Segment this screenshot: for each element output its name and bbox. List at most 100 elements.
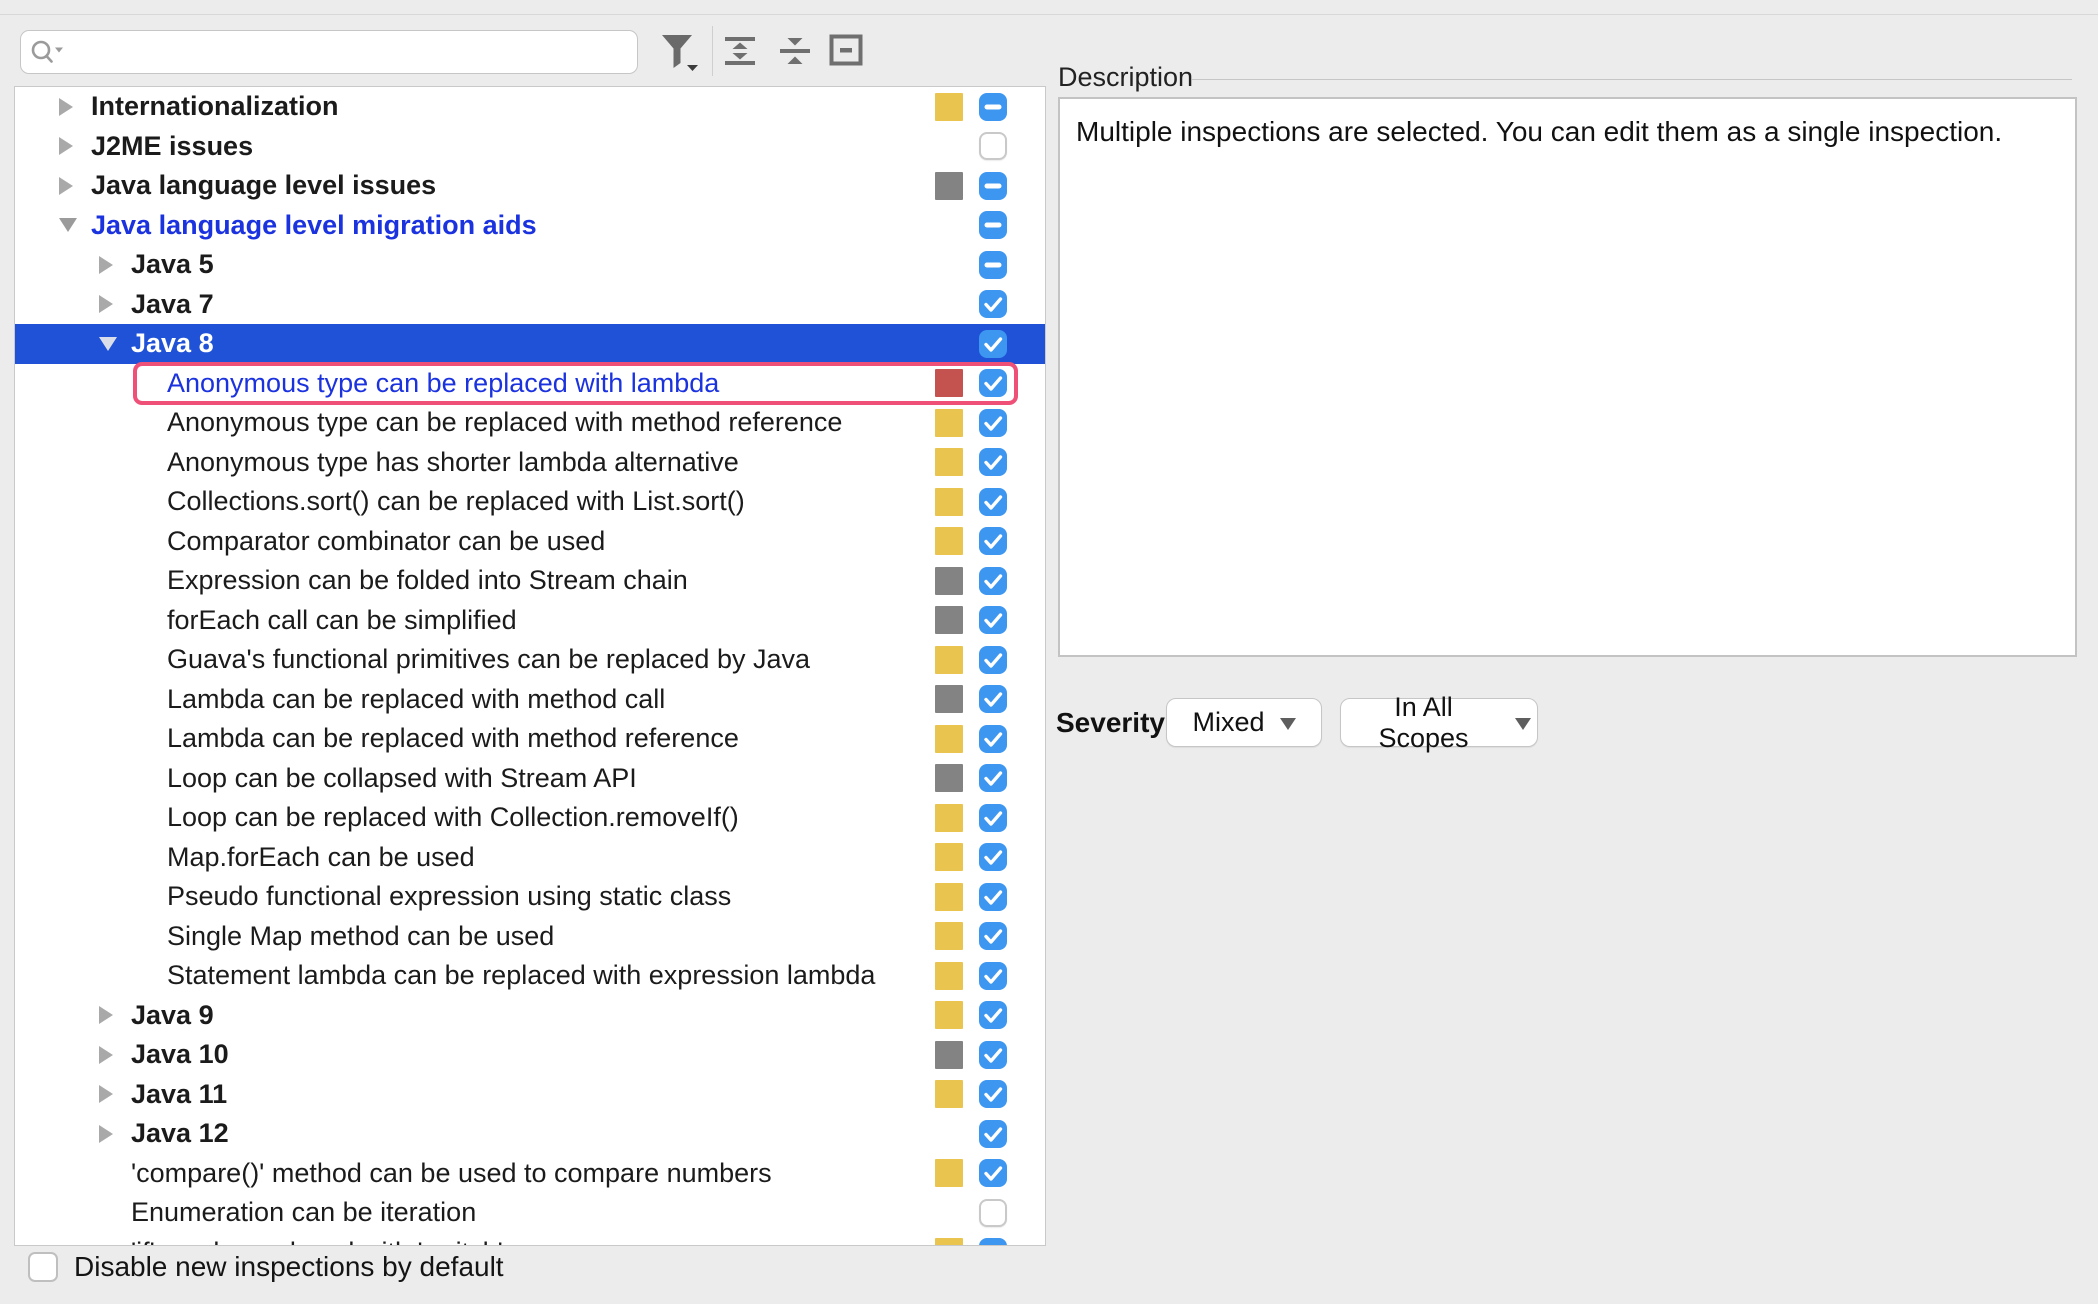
search-field[interactable]	[20, 30, 638, 74]
inspection-checkbox[interactable]	[979, 1238, 1007, 1246]
expand-arrow-icon[interactable]	[59, 177, 91, 195]
collapse-arrow-icon[interactable]	[99, 337, 131, 351]
inspection-checkbox[interactable]	[979, 132, 1007, 160]
inspection-checkbox[interactable]	[979, 409, 1007, 437]
tree-row[interactable]: Map.forEach can be used	[15, 838, 1045, 878]
triangle-glyph	[99, 1085, 113, 1103]
triangle-glyph	[59, 137, 73, 155]
severity-color-indicator	[935, 804, 963, 832]
inspection-checkbox[interactable]	[979, 567, 1007, 595]
row-controls	[935, 1238, 1007, 1246]
expand-arrow-icon[interactable]	[59, 137, 91, 155]
tree-row[interactable]: Pseudo functional expression using stati…	[15, 877, 1045, 917]
filter-button[interactable]	[654, 28, 704, 78]
inspection-checkbox[interactable]	[979, 1120, 1007, 1148]
expand-all-button[interactable]	[722, 36, 758, 68]
scope-dropdown[interactable]: In All Scopes	[1340, 698, 1538, 747]
tree-row[interactable]: Loop can be replaced with Collection.rem…	[15, 798, 1045, 838]
tree-row[interactable]: Loop can be collapsed with Stream API	[15, 759, 1045, 799]
tree-row[interactable]: Java 10	[15, 1035, 1045, 1075]
tree-row[interactable]: Anonymous type can be replaced with meth…	[15, 403, 1045, 443]
expand-arrow-icon[interactable]	[99, 1125, 131, 1143]
tree-item-label: Enumeration can be iteration	[131, 1199, 476, 1226]
inspection-checkbox[interactable]	[979, 172, 1007, 200]
inspection-checkbox[interactable]	[979, 764, 1007, 792]
disable-new-inspections-label: Disable new inspections by default	[74, 1252, 504, 1282]
inspection-checkbox[interactable]	[979, 646, 1007, 674]
tree-row[interactable]: 'if' can be replaced with 'switch'	[15, 1233, 1045, 1247]
tree-row[interactable]: Collections.sort() can be replaced with …	[15, 482, 1045, 522]
inspection-checkbox[interactable]	[979, 606, 1007, 634]
inspection-checkbox[interactable]	[979, 211, 1007, 239]
inspection-checkbox[interactable]	[979, 527, 1007, 555]
inspection-checkbox[interactable]	[979, 883, 1007, 911]
severity-color-placeholder	[935, 1120, 963, 1148]
tree-row[interactable]: Java 8	[15, 324, 1045, 364]
row-controls	[935, 290, 1007, 318]
tree-row[interactable]: forEach call can be simplified	[15, 601, 1045, 641]
triangle-glyph	[99, 337, 117, 351]
tree-row[interactable]: Java 12	[15, 1114, 1045, 1154]
inspection-checkbox[interactable]	[979, 804, 1007, 832]
severity-color-indicator	[935, 962, 963, 990]
disable-new-inspections-checkbox[interactable]	[28, 1252, 58, 1282]
tree-row[interactable]: Comparator combinator can be used	[15, 522, 1045, 562]
expand-arrow-icon[interactable]	[99, 1046, 131, 1064]
collapse-arrow-icon[interactable]	[59, 218, 91, 232]
inspection-checkbox[interactable]	[979, 1080, 1007, 1108]
inspection-checkbox[interactable]	[979, 922, 1007, 950]
tree-row[interactable]: Single Map method can be used	[15, 917, 1045, 957]
inspection-checkbox[interactable]	[979, 685, 1007, 713]
inspection-checkbox[interactable]	[979, 843, 1007, 871]
severity-label: Severity:	[1056, 707, 1174, 739]
tree-row[interactable]: 'compare()' method can be used to compar…	[15, 1154, 1045, 1194]
tree-row[interactable]: Internationalization	[15, 87, 1045, 127]
tree-row[interactable]: Anonymous type has shorter lambda altern…	[15, 443, 1045, 483]
inspection-checkbox[interactable]	[979, 251, 1007, 279]
tree-row[interactable]: Java language level migration aids	[15, 206, 1045, 246]
tree-row[interactable]: Java 9	[15, 996, 1045, 1036]
tree-row[interactable]: Guava's functional primitives can be rep…	[15, 640, 1045, 680]
tree-row[interactable]: Java 11	[15, 1075, 1045, 1115]
inspection-checkbox[interactable]	[979, 93, 1007, 121]
tree-row[interactable]: J2ME issues	[15, 127, 1045, 167]
expand-arrow-icon[interactable]	[99, 1006, 131, 1024]
tree-row[interactable]: Java language level issues	[15, 166, 1045, 206]
tree-row[interactable]: Statement lambda can be replaced with ex…	[15, 956, 1045, 996]
row-controls	[935, 527, 1007, 555]
tree-row[interactable]: Lambda can be replaced with method call	[15, 680, 1045, 720]
inspection-checkbox[interactable]	[979, 290, 1007, 318]
severity-dropdown[interactable]: Mixed	[1166, 698, 1322, 747]
inspection-checkbox[interactable]	[979, 1041, 1007, 1069]
inspection-checkbox[interactable]	[979, 369, 1007, 397]
tree-row[interactable]: Enumeration can be iteration	[15, 1193, 1045, 1233]
inspection-checkbox[interactable]	[979, 1199, 1007, 1227]
inspection-checkbox[interactable]	[979, 448, 1007, 476]
tree-row[interactable]: Java 7	[15, 285, 1045, 325]
collapse-all-button[interactable]	[778, 36, 812, 68]
expand-arrow-icon[interactable]	[99, 1085, 131, 1103]
search-input[interactable]	[65, 33, 629, 71]
severity-color-indicator	[935, 685, 963, 713]
inspection-checkbox[interactable]	[979, 1159, 1007, 1187]
expand-arrow-icon[interactable]	[59, 98, 91, 116]
severity-color-indicator	[935, 1080, 963, 1108]
severity-color-indicator	[935, 1159, 963, 1187]
tree-row[interactable]: Java 5	[15, 245, 1045, 285]
inspection-checkbox[interactable]	[979, 962, 1007, 990]
inspection-checkbox[interactable]	[979, 488, 1007, 516]
filter-icon	[656, 29, 702, 75]
inspection-checkbox[interactable]	[979, 330, 1007, 358]
expand-arrow-icon[interactable]	[99, 295, 131, 313]
row-controls	[935, 211, 1007, 239]
inspection-checkbox[interactable]	[979, 725, 1007, 753]
tree-item-label: Java 12	[131, 1120, 229, 1147]
tree-row[interactable]: Expression can be folded into Stream cha…	[15, 561, 1045, 601]
expand-arrow-icon[interactable]	[99, 256, 131, 274]
inspection-checkbox[interactable]	[979, 1001, 1007, 1029]
reset-button[interactable]	[828, 34, 864, 68]
tree-row[interactable]: Lambda can be replaced with method refer…	[15, 719, 1045, 759]
tree-row[interactable]: Anonymous type can be replaced with lamb…	[15, 364, 1045, 404]
inspection-tree[interactable]: InternationalizationJ2ME issuesJava lang…	[14, 86, 1046, 1246]
row-controls	[935, 1159, 1007, 1187]
